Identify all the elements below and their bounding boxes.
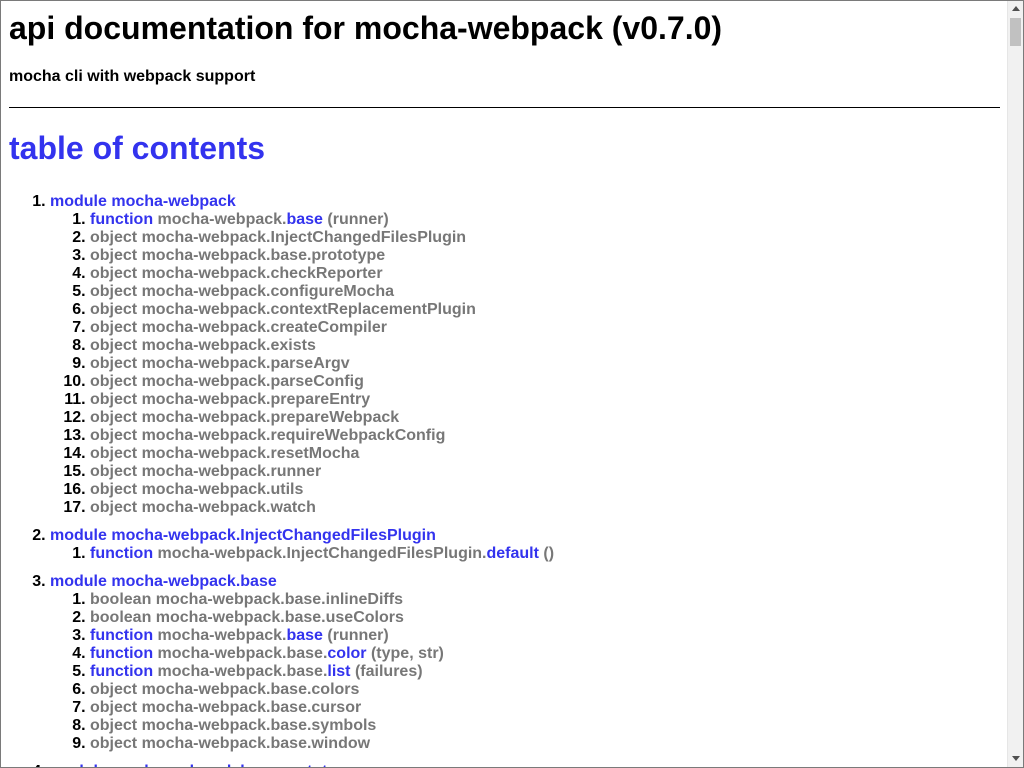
- scroll-up-arrow-icon[interactable]: [1008, 1, 1023, 17]
- divider: [9, 107, 1000, 108]
- toc-module-link[interactable]: module mocha-webpack.InjectChangedFilesP…: [50, 527, 436, 544]
- toc-member-list: function mocha-webpack.base (runner)obje…: [50, 211, 1007, 517]
- member-name: default: [486, 545, 539, 562]
- toc-member-link[interactable]: object mocha-webpack.requireWebpackConfi…: [90, 427, 445, 444]
- member-args: (type, str): [370, 645, 444, 662]
- toc-member-item: object mocha-webpack.prepareEntry: [90, 391, 1007, 409]
- toc-member-link[interactable]: object mocha-webpack.parseConfig: [90, 373, 364, 390]
- toc-member-link[interactable]: object mocha-webpack.InjectChangedFilesP…: [90, 229, 466, 246]
- member-name: base: [286, 627, 323, 644]
- toc-member-item: object mocha-webpack.watch: [90, 499, 1007, 517]
- toc-module-item: module mocha-webpack.baseboolean mocha-w…: [50, 573, 1007, 753]
- member-name: base: [286, 211, 323, 228]
- toc-member-item: object mocha-webpack.checkReporter: [90, 265, 1007, 283]
- toc-member-item: boolean mocha-webpack.base.useColors: [90, 609, 1007, 627]
- toc-member-link[interactable]: function mocha-webpack.InjectChangedFile…: [90, 545, 554, 562]
- toc-member-item: function mocha-webpack.base (runner): [90, 211, 1007, 229]
- toc-member-item: object mocha-webpack.base.cursor: [90, 699, 1007, 717]
- toc-member-link[interactable]: function mocha-webpack.base.color (type,…: [90, 645, 444, 662]
- toc-member-item: function mocha-webpack.base (runner): [90, 627, 1007, 645]
- toc-member-item: object mocha-webpack.base.symbols: [90, 717, 1007, 735]
- toc-member-item: boolean mocha-webpack.base.inlineDiffs: [90, 591, 1007, 609]
- toc-member-item: object mocha-webpack.contextReplacementP…: [90, 301, 1007, 319]
- toc-member-link[interactable]: object mocha-webpack.resetMocha: [90, 445, 359, 462]
- member-args: (runner): [327, 211, 389, 228]
- toc-member-item: object mocha-webpack.base.prototype: [90, 247, 1007, 265]
- toc-member-link[interactable]: function mocha-webpack.base (runner): [90, 211, 389, 228]
- vertical-scrollbar[interactable]: [1007, 1, 1023, 767]
- toc-member-link[interactable]: object mocha-webpack.createCompiler: [90, 319, 387, 336]
- toc-module-item: module mocha-webpackfunction mocha-webpa…: [50, 193, 1007, 517]
- toc-member-link[interactable]: object mocha-webpack.watch: [90, 499, 316, 516]
- toc-member-link[interactable]: object mocha-webpack.base.prototype: [90, 247, 385, 264]
- member-args: (): [543, 545, 555, 562]
- member-kind: function: [90, 211, 154, 228]
- toc-member-item: object mocha-webpack.parseArgv: [90, 355, 1007, 373]
- toc-member-item: object mocha-webpack.InjectChangedFilesP…: [90, 229, 1007, 247]
- member-prefix: mocha-webpack.base.: [157, 645, 328, 662]
- toc-member-link[interactable]: object mocha-webpack.exists: [90, 337, 316, 354]
- toc-member-link[interactable]: boolean mocha-webpack.base.inlineDiffs: [90, 591, 403, 608]
- member-args: (failures): [354, 663, 423, 680]
- toc-member-item: function mocha-webpack.InjectChangedFile…: [90, 545, 1007, 563]
- scroll-down-arrow-icon[interactable]: [1008, 751, 1023, 767]
- member-prefix: mocha-webpack.InjectChangedFilesPlugin.: [157, 545, 487, 562]
- toc-member-link[interactable]: object mocha-webpack.base.window: [90, 735, 370, 752]
- toc-member-item: function mocha-webpack.base.list (failur…: [90, 663, 1007, 681]
- toc-module-link[interactable]: module mocha-webpack.base.prototype: [50, 763, 355, 767]
- toc-member-item: object mocha-webpack.base.colors: [90, 681, 1007, 699]
- toc-member-item: object mocha-webpack.utils: [90, 481, 1007, 499]
- toc-module-link[interactable]: module mocha-webpack.base: [50, 573, 277, 590]
- toc-member-link[interactable]: object mocha-webpack.contextReplacementP…: [90, 301, 476, 318]
- toc-member-item: object mocha-webpack.base.window: [90, 735, 1007, 753]
- page-content: api documentation for mocha-webpack (v0.…: [1, 10, 1007, 767]
- toc-member-link[interactable]: object mocha-webpack.runner: [90, 463, 321, 480]
- toc-member-item: object mocha-webpack.runner: [90, 463, 1007, 481]
- toc-member-item: object mocha-webpack.parseConfig: [90, 373, 1007, 391]
- toc-member-link[interactable]: object mocha-webpack.prepareWebpack: [90, 409, 399, 426]
- toc-module-item: module mocha-webpack.InjectChangedFilesP…: [50, 527, 1007, 563]
- member-prefix: mocha-webpack.: [157, 627, 287, 644]
- toc-member-link[interactable]: object mocha-webpack.base.colors: [90, 681, 359, 698]
- member-kind: function: [90, 627, 154, 644]
- toc-member-link[interactable]: object mocha-webpack.configureMocha: [90, 283, 394, 300]
- page-subtitle: mocha cli with webpack support: [9, 68, 256, 85]
- member-kind: function: [90, 663, 154, 680]
- toc-member-item: object mocha-webpack.exists: [90, 337, 1007, 355]
- page-viewport: api documentation for mocha-webpack (v0.…: [1, 1, 1007, 767]
- browser-frame: api documentation for mocha-webpack (v0.…: [0, 0, 1024, 768]
- toc-member-item: function mocha-webpack.base.color (type,…: [90, 645, 1007, 663]
- toc-member-list: function mocha-webpack.InjectChangedFile…: [50, 545, 1007, 563]
- toc-module-link[interactable]: module mocha-webpack: [50, 193, 236, 210]
- toc-member-link[interactable]: object mocha-webpack.utils: [90, 481, 303, 498]
- toc-member-item: object mocha-webpack.requireWebpackConfi…: [90, 427, 1007, 445]
- toc-member-link[interactable]: object mocha-webpack.base.cursor: [90, 699, 361, 716]
- scrollbar-thumb[interactable]: [1010, 18, 1021, 46]
- toc-member-link[interactable]: object mocha-webpack.checkReporter: [90, 265, 383, 282]
- member-kind: function: [90, 545, 154, 562]
- member-args: (runner): [327, 627, 389, 644]
- toc-member-link[interactable]: object mocha-webpack.prepareEntry: [90, 391, 370, 408]
- member-kind: function: [90, 645, 154, 662]
- member-name: color: [327, 645, 367, 662]
- toc-member-item: object mocha-webpack.resetMocha: [90, 445, 1007, 463]
- toc-member-link[interactable]: function mocha-webpack.base (runner): [90, 627, 389, 644]
- toc-heading: table of contents: [9, 130, 266, 166]
- toc-member-item: object mocha-webpack.createCompiler: [90, 319, 1007, 337]
- toc-member-item: object mocha-webpack.configureMocha: [90, 283, 1007, 301]
- member-name: list: [327, 663, 351, 680]
- member-prefix: mocha-webpack.: [157, 211, 287, 228]
- toc-module-item: module mocha-webpack.base.prototype: [50, 763, 1007, 767]
- member-prefix: mocha-webpack.base.: [157, 663, 328, 680]
- toc-member-link[interactable]: boolean mocha-webpack.base.useColors: [90, 609, 404, 626]
- toc-member-list: boolean mocha-webpack.base.inlineDiffsbo…: [50, 591, 1007, 753]
- toc-member-item: object mocha-webpack.prepareWebpack: [90, 409, 1007, 427]
- toc-member-link[interactable]: object mocha-webpack.parseArgv: [90, 355, 350, 372]
- toc-member-link[interactable]: function mocha-webpack.base.list (failur…: [90, 663, 423, 680]
- toc-module-list: module mocha-webpackfunction mocha-webpa…: [9, 193, 1007, 767]
- toc-member-link[interactable]: object mocha-webpack.base.symbols: [90, 717, 376, 734]
- page-title: api documentation for mocha-webpack (v0.…: [9, 10, 723, 46]
